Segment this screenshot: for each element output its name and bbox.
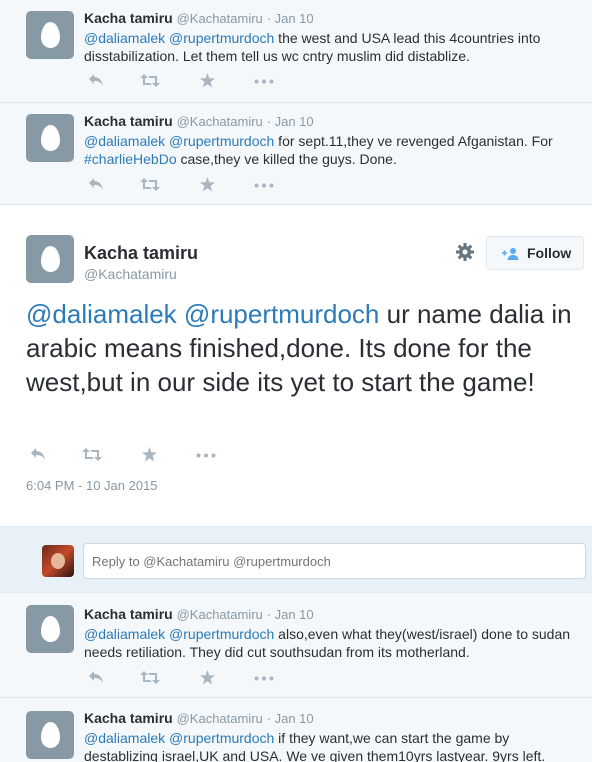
user-handle[interactable]: @Kachatamiru xyxy=(177,607,263,622)
follow-button[interactable]: Follow xyxy=(486,236,584,270)
user-name[interactable]: Kacha tamiru xyxy=(84,10,173,26)
tweet-text-segment: destablizing israel,UK and USA. We ve gi… xyxy=(84,748,546,762)
tweet-time[interactable]: · Jan 10 xyxy=(267,711,314,726)
tweet-time[interactable]: · Jan 10 xyxy=(267,11,314,26)
egg-avatar-icon xyxy=(41,22,60,48)
tweet-text-segment: case,they ve killed the guys. Done. xyxy=(176,151,397,167)
tweet-text-segment: if they want,we can start the game by xyxy=(274,730,510,746)
mention-link[interactable]: @rupertmurdoch xyxy=(169,30,274,46)
tweet-text-segment: disstabilization. Let them tell us wc cn… xyxy=(84,48,470,64)
hashtag-link[interactable]: #charlieHebDo xyxy=(84,151,177,167)
tweet-time[interactable]: · Jan 10 xyxy=(267,607,314,622)
avatar[interactable] xyxy=(26,114,74,162)
mention-link[interactable]: @daliamalek xyxy=(26,299,177,329)
reply-icon[interactable] xyxy=(30,447,46,461)
tweet-text-segment: the west and USA lead this 4countries in… xyxy=(274,30,541,46)
reply-input[interactable] xyxy=(83,543,586,579)
reply-box xyxy=(0,527,592,593)
star-icon[interactable] xyxy=(200,670,215,685)
user-handle[interactable]: @Kachatamiru xyxy=(177,114,263,129)
mention-link[interactable]: @daliamalek xyxy=(84,30,165,46)
tweet-text: @daliamalek @rupertmurdoch ur name dalia… xyxy=(26,297,586,399)
tweet-text-segment: also,even what they(west/israel) done to… xyxy=(274,626,571,642)
egg-avatar-icon xyxy=(41,246,60,272)
avatar[interactable] xyxy=(26,711,74,759)
tweet-text-segment: needs retiliation. They did cut southsud… xyxy=(84,644,470,660)
user-name[interactable]: Kacha tamiru xyxy=(84,113,173,129)
star-icon[interactable] xyxy=(200,73,215,88)
reply-icon[interactable] xyxy=(88,670,104,684)
tweet-text: @daliamalek @rupertmurdoch for sept.11,t… xyxy=(84,132,584,168)
egg-avatar-icon xyxy=(41,125,60,151)
face-icon xyxy=(51,553,65,569)
tweet-text-segment: for sept.11,they ve revenged Afganistan.… xyxy=(274,133,553,149)
current-user-avatar[interactable] xyxy=(42,545,74,577)
retweet-icon[interactable] xyxy=(140,178,160,191)
tweet-text: @daliamalek @rupertmurdoch the west and … xyxy=(84,29,584,65)
avatar[interactable] xyxy=(26,11,74,59)
retweet-icon[interactable] xyxy=(140,671,160,684)
tweet-item[interactable]: Kacha tamiru @Kachatamiru · Jan 10 @dali… xyxy=(0,103,592,205)
more-icon[interactable] xyxy=(254,676,274,681)
user-handle[interactable]: @Kachatamiru xyxy=(84,266,177,282)
user-handle[interactable]: @Kachatamiru xyxy=(177,711,263,726)
follow-person-icon xyxy=(502,248,519,260)
tweet-item[interactable]: Kacha tamiru @Kachatamiru · Jan 10 @dali… xyxy=(0,594,592,698)
tweet-item[interactable]: Kacha tamiru @Kachatamiru · Jan 10 @dali… xyxy=(0,698,592,762)
retweet-icon[interactable] xyxy=(140,74,160,87)
avatar[interactable] xyxy=(26,235,74,283)
more-icon[interactable] xyxy=(254,79,274,84)
gear-icon[interactable] xyxy=(455,242,475,262)
retweet-icon[interactable] xyxy=(82,448,102,461)
user-name[interactable]: Kacha tamiru xyxy=(84,243,198,264)
user-name[interactable]: Kacha tamiru xyxy=(84,710,173,726)
reply-icon[interactable] xyxy=(88,73,104,87)
mention-link[interactable]: @rupertmurdoch xyxy=(169,730,274,746)
more-icon[interactable] xyxy=(254,183,274,188)
mention-link[interactable]: @daliamalek xyxy=(84,730,165,746)
avatar[interactable] xyxy=(26,605,74,653)
tweet-timestamp[interactable]: 6:04 PM - 10 Jan 2015 xyxy=(26,478,158,493)
reply-icon[interactable] xyxy=(88,177,104,191)
user-name[interactable]: Kacha tamiru xyxy=(84,606,173,622)
mention-link[interactable]: @rupertmurdoch xyxy=(169,133,274,149)
mention-link[interactable]: @rupertmurdoch xyxy=(169,626,274,642)
tweet-time[interactable]: · Jan 10 xyxy=(267,114,314,129)
tweet-text: @daliamalek @rupertmurdoch if they want,… xyxy=(84,729,584,762)
mention-link[interactable]: @daliamalek xyxy=(84,626,165,642)
tweet-text: @daliamalek @rupertmurdoch also,even wha… xyxy=(84,625,584,661)
user-handle[interactable]: @Kachatamiru xyxy=(177,11,263,26)
mention-link[interactable]: @daliamalek xyxy=(84,133,165,149)
egg-avatar-icon xyxy=(41,616,60,642)
egg-avatar-icon xyxy=(41,722,60,748)
mention-link[interactable]: @rupertmurdoch xyxy=(184,299,379,329)
star-icon[interactable] xyxy=(142,447,157,462)
tweet-item[interactable]: Kacha tamiru @Kachatamiru · Jan 10 @dali… xyxy=(0,0,592,103)
more-icon[interactable] xyxy=(196,453,216,458)
star-icon[interactable] xyxy=(200,177,215,192)
follow-label: Follow xyxy=(527,245,572,261)
